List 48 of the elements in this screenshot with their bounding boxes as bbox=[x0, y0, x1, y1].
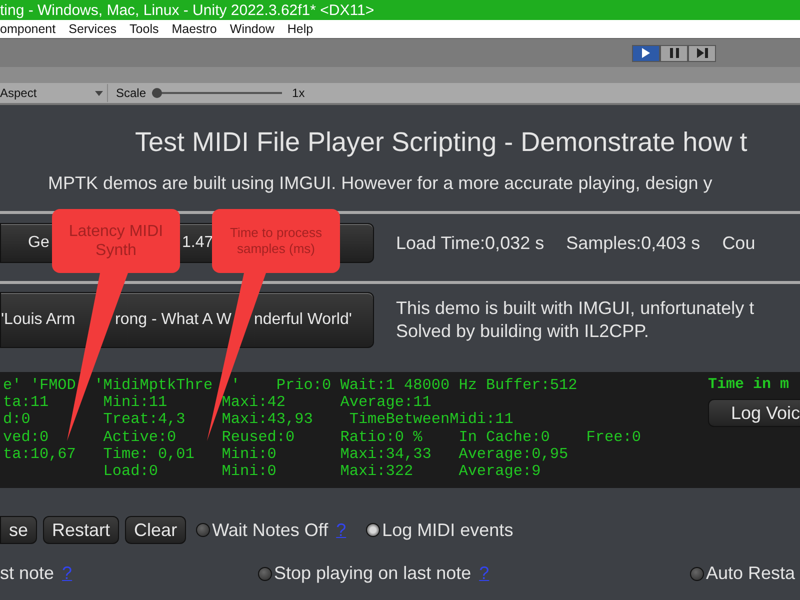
log-line: Load:0 Mini:0 Maxi:322 Average:9 bbox=[102, 463, 542, 480]
song-button[interactable]: 'Louis Arm rong - What A W nderful World' bbox=[0, 292, 374, 348]
caret-icon bbox=[95, 90, 103, 96]
info-text: Load Time:0,032 s bbox=[396, 232, 544, 254]
slider-thumb[interactable] bbox=[152, 88, 162, 98]
menu-item[interactable]: Help bbox=[287, 22, 314, 36]
log-line: ta:10,67 Time: 0,01 Mini:0 Maxi:34,33 Average:0,95 bbox=[3, 446, 570, 464]
checkbox[interactable] bbox=[258, 566, 272, 580]
option-label: st note bbox=[0, 563, 54, 584]
callout-tooltip: Latency MIDI Synth bbox=[52, 209, 180, 273]
menu-item[interactable]: Tools bbox=[130, 22, 159, 36]
menu-item[interactable]: Services bbox=[68, 22, 117, 36]
info-text: This demo is built with IMGUI, unfortunately t bbox=[396, 298, 754, 319]
scale-label: Scale bbox=[116, 86, 146, 100]
info-text: Solved by building with IL2CPP. bbox=[396, 321, 650, 342]
log-line: ved:0 Active:0 Reused:0 Ratio:0 % In Cache:0 Free:0 bbox=[3, 428, 642, 446]
log-line: d:0 Treat:4,3 Maxi:43,93 TimeBetweenMidi:11 bbox=[3, 411, 514, 429]
pause-button[interactable] bbox=[660, 44, 688, 62]
option-label: Auto Resta bbox=[706, 563, 796, 584]
step-icon bbox=[696, 48, 708, 58]
checkbox[interactable] bbox=[690, 566, 704, 580]
play-button[interactable] bbox=[632, 44, 660, 62]
menu-item[interactable]: Maestro bbox=[172, 22, 217, 36]
info-text: Samples:0,403 s bbox=[566, 232, 700, 254]
window-title: ting - Windows, Mac, Linux - Unity 2022.3.62f1* <DX11> bbox=[0, 2, 374, 18]
log-line: ta:11 Mini:11 Maxi:42 Average:11 bbox=[3, 394, 432, 412]
pause-icon bbox=[670, 48, 678, 58]
aspect-dropdown[interactable]: Aspect bbox=[0, 84, 108, 102]
info-text: Cou bbox=[722, 232, 756, 254]
step-button[interactable] bbox=[688, 44, 716, 62]
log-line: e' 'FMOD 'MidiMptkThre ' Prio:0 Wait:1 48000 Hz Buffer:512 bbox=[3, 377, 578, 394]
menu-item[interactable]: omponent bbox=[0, 22, 56, 36]
option-label: Wait Notes Off bbox=[212, 520, 328, 540]
option-label: Stop playing on last note bbox=[274, 563, 472, 584]
play-icon bbox=[641, 48, 651, 58]
checkbox[interactable] bbox=[196, 523, 210, 537]
log-header: Time in m bbox=[708, 376, 790, 393]
control-button[interactable]: Restart bbox=[43, 516, 120, 544]
control-button[interactable]: se bbox=[0, 516, 38, 544]
option-label: Log MIDI events bbox=[382, 520, 514, 540]
log-voices-button[interactable]: Log Voic bbox=[708, 399, 800, 427]
control-button[interactable]: Clear bbox=[125, 516, 186, 544]
page-subheading: MPTK demos are built using IMGUI. However for a more accurate playing, design y bbox=[47, 172, 714, 195]
page-heading: Test MIDI File Player Scripting - Demonstrate how t bbox=[134, 126, 748, 159]
scale-value: 1x bbox=[292, 86, 305, 100]
menu-item[interactable]: Window bbox=[230, 22, 274, 36]
checkbox[interactable] bbox=[366, 523, 380, 537]
callout-tooltip: Time to process samples (ms) bbox=[212, 209, 340, 273]
